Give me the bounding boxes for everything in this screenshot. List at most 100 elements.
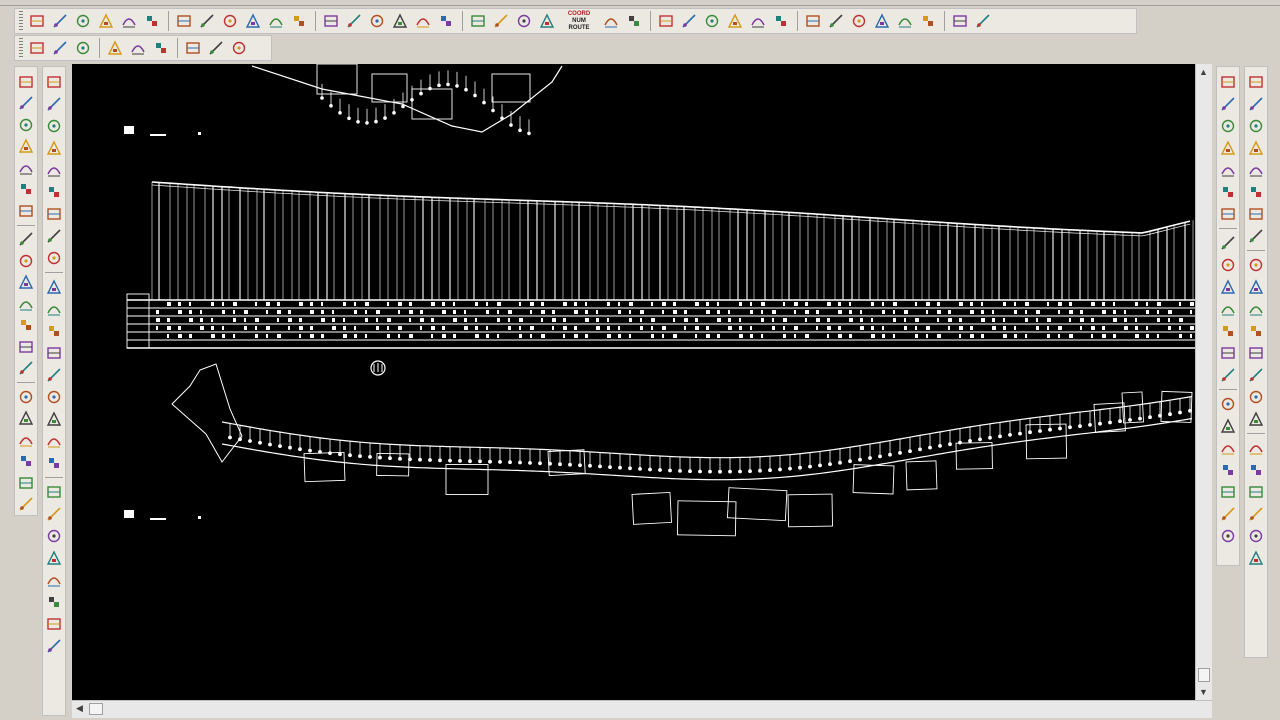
material-icon[interactable] [43,613,65,635]
polygon-icon[interactable] [15,136,37,158]
property-icon[interactable] [343,10,365,32]
polyline-icon[interactable] [15,93,37,115]
dotted-row-icon[interactable] [747,10,769,32]
edit-layer-icon[interactable] [49,10,71,32]
vertical-scroll-thumb[interactable] [1198,668,1210,682]
horizontal-scrollbar[interactable]: ◀ [72,700,1212,718]
drawing-canvas[interactable] [72,64,1195,700]
cube-icon[interactable] [366,10,388,32]
color-icon[interactable] [949,10,971,32]
snap-parallel-icon[interactable] [1245,276,1267,298]
dim-style-icon[interactable] [1217,525,1239,547]
dim-baseline-icon[interactable] [1217,276,1239,298]
eraser-tool-icon[interactable] [43,71,65,93]
snap-apparent-icon[interactable] [1245,137,1267,159]
gradient-icon[interactable] [15,407,37,429]
cylinder-3d-icon[interactable] [43,481,65,503]
dim-text-edit-icon[interactable] [1217,481,1239,503]
node-icon[interactable] [242,10,264,32]
coord-num-route-button[interactable]: COORD NUM ROUTE [559,10,599,32]
grid-icon[interactable] [141,10,163,32]
chart-icon[interactable] [825,10,847,32]
table-grid-icon[interactable] [802,10,824,32]
break-icon[interactable] [43,320,65,342]
snap-tangent-icon[interactable] [1245,225,1267,247]
coordinate-icon[interactable] [623,10,645,32]
lightbulb-icon[interactable] [265,10,287,32]
cone-3d-icon[interactable] [43,525,65,547]
insert-point-icon[interactable] [196,10,218,32]
magnet-icon[interactable] [1245,408,1267,430]
open-grid-icon[interactable] [26,37,48,59]
arc-2-icon[interactable] [15,179,37,201]
snap-perpendicular-icon[interactable] [1245,254,1267,276]
scroll-down-arrow[interactable]: ▼ [1196,684,1211,699]
survey-icon[interactable] [173,10,195,32]
tolerance-icon[interactable] [1217,364,1239,386]
torus-3d-icon[interactable] [43,569,65,591]
vertical-scrollbar[interactable]: ▲ ▼ [1195,64,1212,700]
light-icon[interactable] [43,635,65,657]
layer-copy-icon[interactable] [1245,437,1267,459]
fill-icon[interactable] [917,10,939,32]
trim-icon[interactable] [43,276,65,298]
layer-manager-icon[interactable] [26,10,48,32]
hatch-tool-icon[interactable] [15,386,37,408]
render-icon[interactable] [43,591,65,613]
layer-walk-icon[interactable] [1245,547,1267,569]
insert-block-icon[interactable] [15,314,37,336]
cross-icon[interactable] [600,10,622,32]
snap-extension-icon[interactable] [1245,159,1267,181]
snap-endpoint-icon[interactable] [1245,71,1267,93]
toolbar-grip[interactable] [19,38,23,58]
layer-freeze-icon[interactable] [1245,503,1267,525]
snap-icon[interactable] [219,10,241,32]
table-icon[interactable] [49,37,71,59]
dim-break-icon[interactable] [1217,342,1239,364]
quick-dim-icon[interactable] [1217,254,1239,276]
dim-jogged-icon[interactable] [1217,181,1239,203]
snap-none-icon[interactable] [1245,364,1267,386]
angle-icon[interactable] [678,10,700,32]
copy-text-icon[interactable] [182,37,204,59]
make-block-icon[interactable] [15,336,37,358]
snap-node-icon[interactable] [1245,320,1267,342]
scale-icon[interactable] [43,225,65,247]
paint-icon[interactable] [972,10,994,32]
extend-icon[interactable] [43,298,65,320]
rectangle-icon[interactable] [15,157,37,179]
stretch-icon[interactable] [43,247,65,269]
dim-linear-icon[interactable] [1217,71,1239,93]
text-icon[interactable] [15,472,37,494]
snap-nearest-icon[interactable] [1245,342,1267,364]
line-icon[interactable] [15,71,37,93]
revcloud-icon[interactable] [15,228,37,250]
wedge-3d-icon[interactable] [43,547,65,569]
hatch-row-icon[interactable] [724,10,746,32]
slope-icon[interactable] [435,10,457,32]
window-icon[interactable] [389,10,411,32]
rotate-icon[interactable] [43,203,65,225]
number-route-icon[interactable] [655,10,677,32]
move-icon[interactable] [43,181,65,203]
profile-icon[interactable] [536,10,558,32]
arrow-up-icon[interactable] [72,37,94,59]
symbol-icon[interactable] [320,10,342,32]
dim-arc-icon[interactable] [1217,115,1239,137]
curve-icon[interactable] [412,10,434,32]
layer-lock-icon[interactable] [1245,525,1267,547]
array-icon[interactable] [43,159,65,181]
horizontal-scroll-thumb[interactable] [89,703,103,715]
point-list-icon[interactable] [118,10,140,32]
sphere-3d-icon[interactable] [43,503,65,525]
layer-off-icon[interactable] [1245,481,1267,503]
mirror-icon[interactable] [43,115,65,137]
point-icon[interactable] [15,357,37,379]
box-3d-icon[interactable] [43,452,65,474]
transform-icon[interactable] [127,37,149,59]
circle-icon[interactable] [15,200,37,222]
jogged-linear-icon[interactable] [1217,437,1239,459]
toolbar-grip[interactable] [19,11,23,31]
triangle-icon[interactable] [701,10,723,32]
dim-ordinate-icon[interactable] [1217,137,1239,159]
